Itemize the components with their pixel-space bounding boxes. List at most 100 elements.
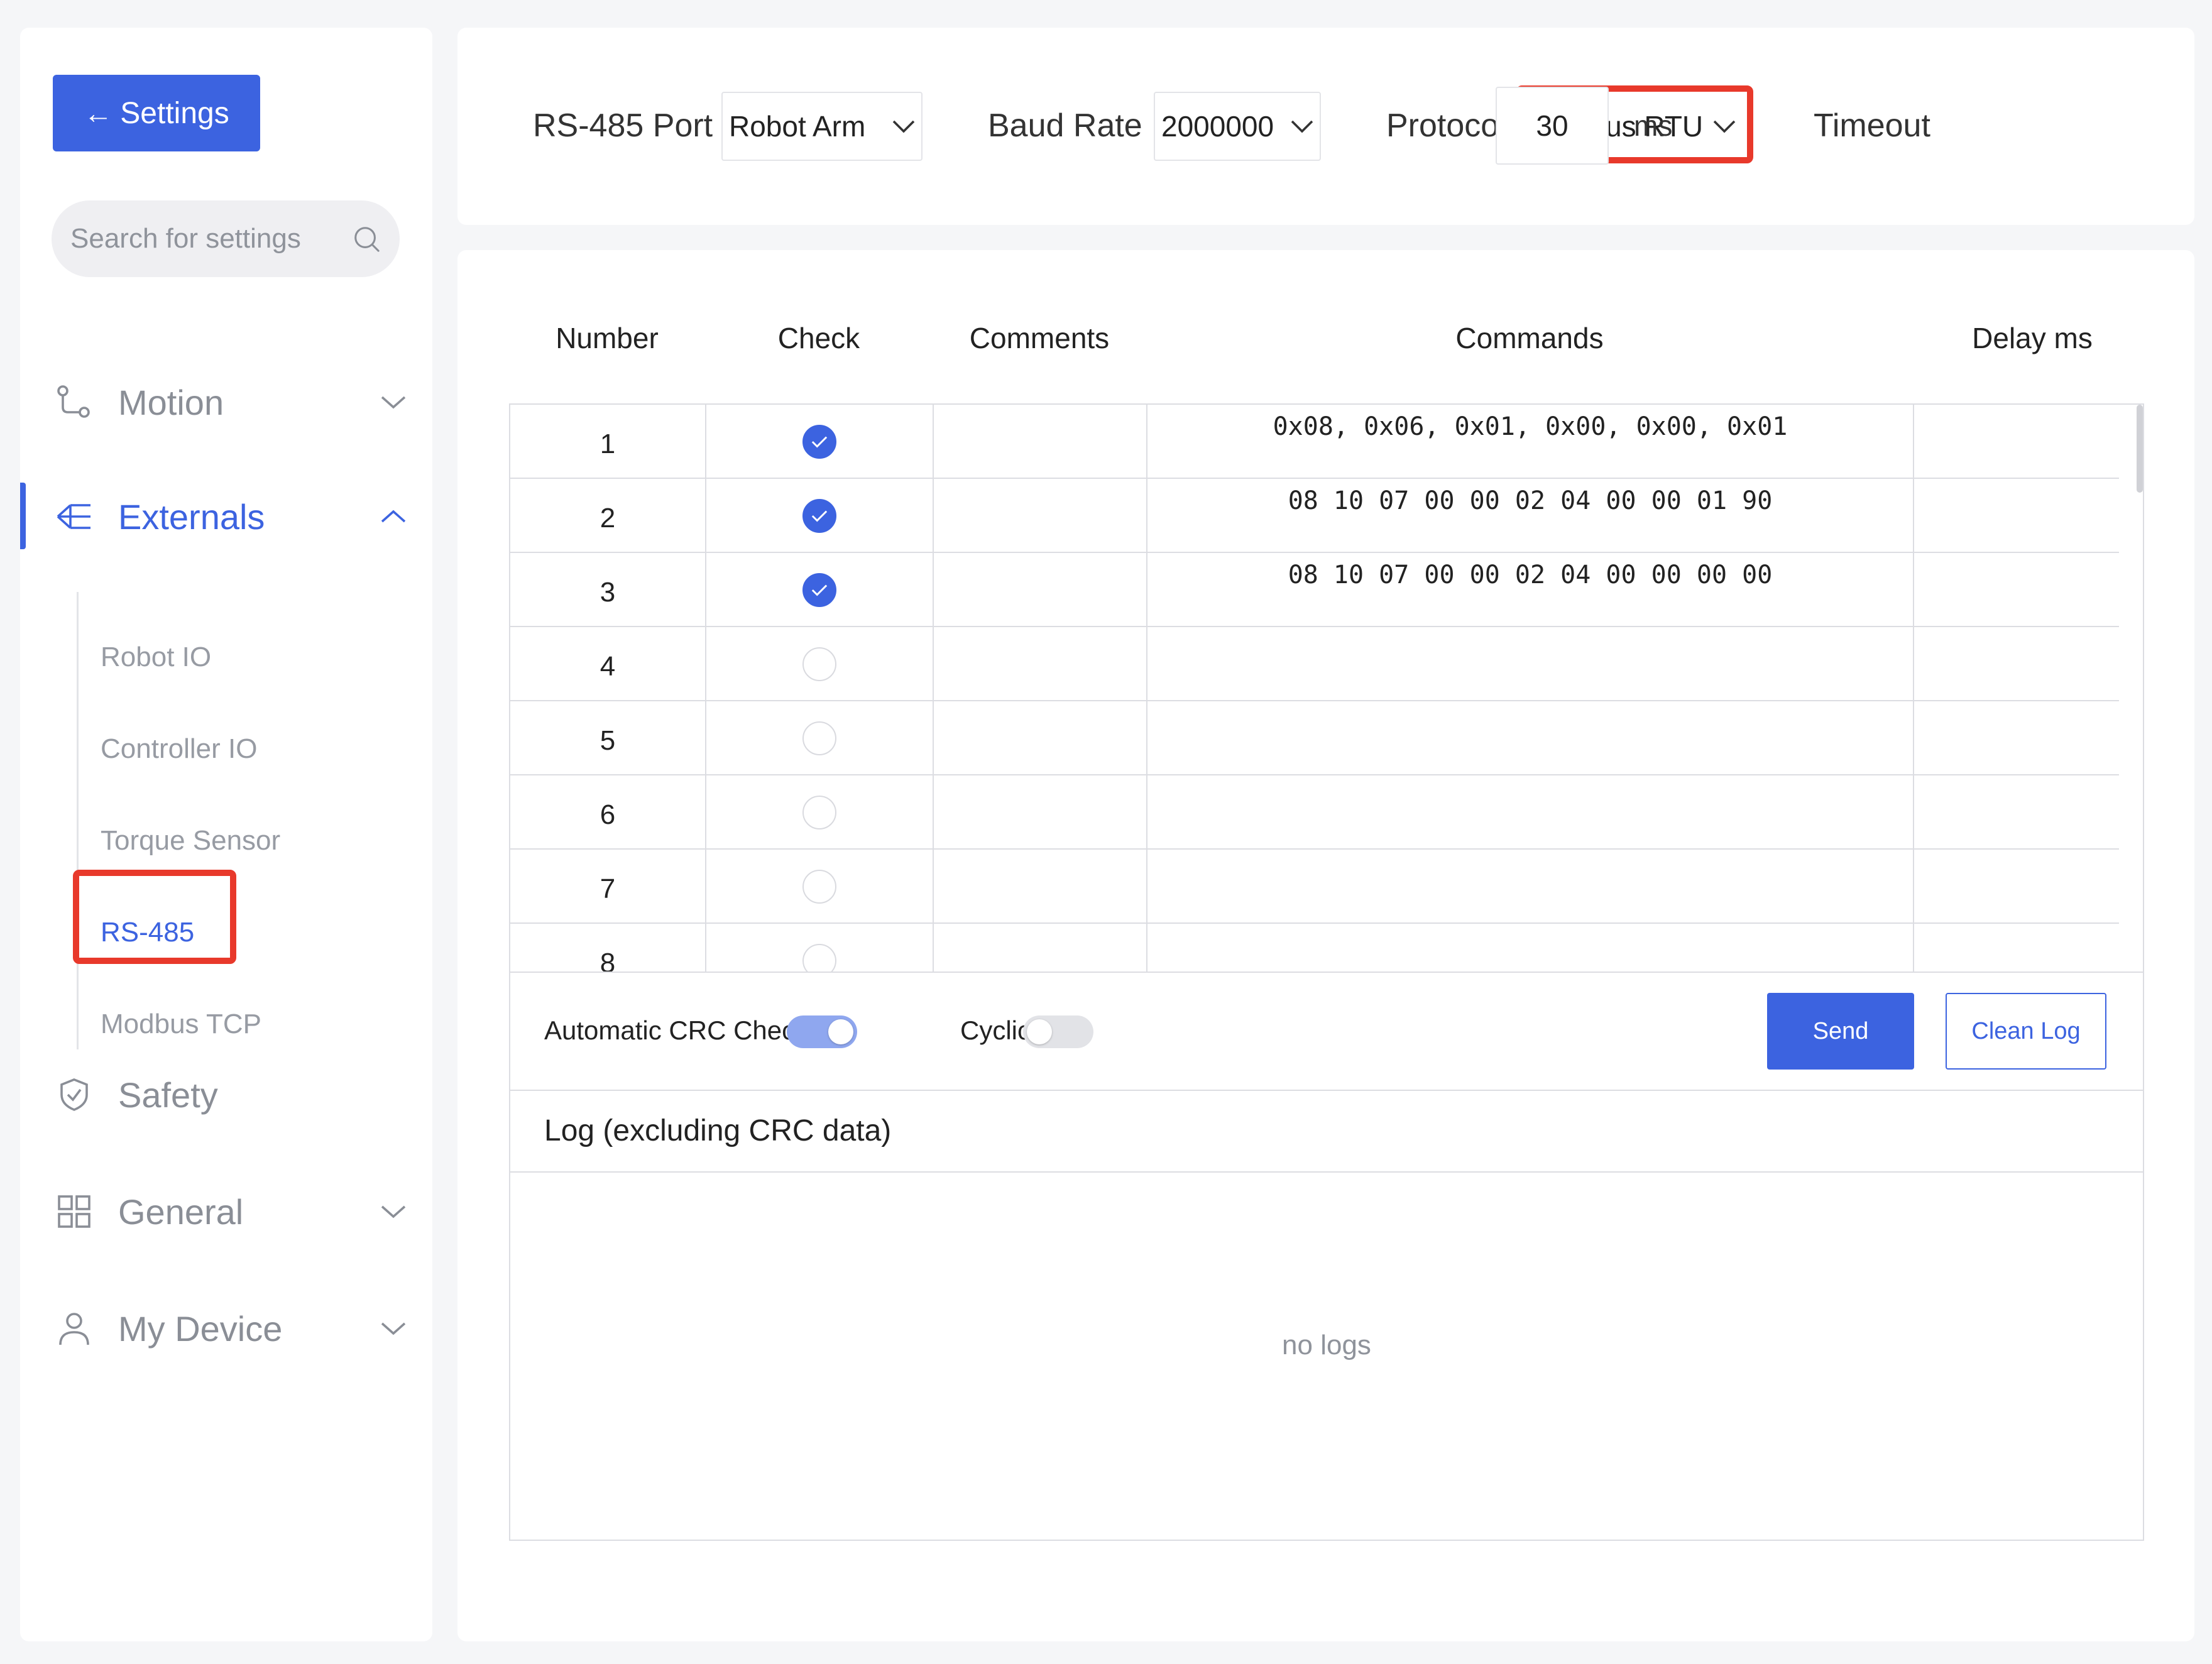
arrow-left-icon: ← <box>84 97 113 129</box>
row-comment[interactable] <box>934 850 1147 924</box>
table-row: 4 <box>510 627 2119 701</box>
row-command[interactable] <box>1147 701 1914 775</box>
row-check-cell <box>706 627 934 701</box>
table-row: 8 <box>510 924 2119 972</box>
baud-rate-label: Baud Rate <box>988 107 1142 144</box>
toggle-knob <box>828 1019 853 1044</box>
search-input[interactable] <box>70 223 352 255</box>
row-delay[interactable] <box>1914 775 2119 850</box>
nav-externals[interactable]: Externals <box>20 485 432 548</box>
externals-tree-icon <box>57 504 90 529</box>
chevron-down-icon <box>381 396 406 409</box>
clean-log-button[interactable]: Clean Log <box>1946 993 2106 1070</box>
row-command[interactable] <box>1147 627 1914 701</box>
nav-safety[interactable]: Safety <box>20 1063 432 1126</box>
baud-rate-select[interactable]: 2000000 <box>1154 92 1321 161</box>
sidebar-item-rs485[interactable]: RS-485 <box>101 914 194 951</box>
row-number: 8 <box>510 924 706 972</box>
row-check-cell <box>706 701 934 775</box>
row-comment[interactable] <box>934 553 1147 627</box>
row-checkbox[interactable] <box>802 796 836 829</box>
chevron-down-icon <box>892 120 915 133</box>
row-check-cell <box>706 924 934 972</box>
col-header-check: Check <box>777 322 860 354</box>
port-select[interactable]: Robot Arm <box>721 92 923 161</box>
row-check-cell <box>706 479 934 553</box>
nav-motion[interactable]: Motion <box>20 371 432 434</box>
table-scrollbar[interactable] <box>2137 405 2143 493</box>
row-delay[interactable] <box>1914 405 2119 479</box>
row-delay[interactable] <box>1914 627 2119 701</box>
row-checkbox[interactable] <box>802 425 836 459</box>
table-row: 2 08 10 07 00 00 02 04 00 00 01 90 <box>510 479 2119 553</box>
check-icon <box>811 584 828 596</box>
row-command[interactable] <box>1147 850 1914 924</box>
row-checkbox[interactable] <box>802 647 836 681</box>
protocol-label: Protocol <box>1386 107 1506 144</box>
commands-table: 1 0x08, 0x06, 0x01, 0x00, 0x00, 0x01 2 08 1… <box>509 403 2144 973</box>
nav-general[interactable]: General <box>20 1180 432 1243</box>
crc-check-label: Automatic CRC Check <box>544 1015 809 1045</box>
row-checkbox[interactable] <box>802 870 836 904</box>
row-checkbox[interactable] <box>802 944 836 972</box>
sidebar: ← Settings Motion Externals <box>20 28 432 1641</box>
row-command[interactable] <box>1147 775 1914 850</box>
row-command[interactable]: 0x08, 0x06, 0x01, 0x00, 0x00, 0x01 <box>1147 405 1914 479</box>
row-comment[interactable] <box>934 924 1147 972</box>
commands-card: Number Check Comments Commands Delay ms … <box>457 250 2194 1641</box>
col-header-commands: Commands <box>1455 322 1604 354</box>
send-button[interactable]: Send <box>1767 993 1914 1070</box>
row-number: 5 <box>510 701 706 775</box>
settings-back-button[interactable]: ← Settings <box>53 75 260 151</box>
table-row: 1 0x08, 0x06, 0x01, 0x00, 0x00, 0x01 <box>510 405 2119 479</box>
row-comment[interactable] <box>934 405 1147 479</box>
sidebar-item-robot-io[interactable]: Robot IO <box>101 638 211 676</box>
row-comment[interactable] <box>934 775 1147 850</box>
log-title: Log (excluding CRC data) <box>544 1114 892 1147</box>
baud-rate-value: 2000000 <box>1161 110 1274 143</box>
row-command[interactable] <box>1147 924 1914 972</box>
row-command[interactable]: 08 10 07 00 00 02 04 00 00 01 90 <box>1147 479 1914 553</box>
crc-check-toggle[interactable] <box>787 1015 857 1048</box>
cyclic-toggle[interactable] <box>1023 1015 1093 1048</box>
chevron-down-icon <box>381 1205 406 1218</box>
chevron-up-icon <box>381 510 406 523</box>
row-comment[interactable] <box>934 479 1147 553</box>
chevron-down-icon <box>1291 120 1313 133</box>
row-number: 2 <box>510 479 706 553</box>
row-delay[interactable] <box>1914 924 2119 972</box>
sidebar-item-controller-io[interactable]: Controller IO <box>101 730 257 768</box>
check-icon <box>811 510 828 522</box>
settings-button-label: Settings <box>120 96 229 130</box>
user-icon <box>59 1313 89 1345</box>
controls-row: Automatic CRC Check Cyclic Send Clean Lo… <box>509 973 2144 1091</box>
table-row: 3 08 10 07 00 00 02 04 00 00 00 00 <box>510 553 2119 627</box>
row-command[interactable]: 08 10 07 00 00 02 04 00 00 00 00 <box>1147 553 1914 627</box>
row-delay[interactable] <box>1914 479 2119 553</box>
row-checkbox[interactable] <box>802 721 836 755</box>
row-delay[interactable] <box>1914 701 2119 775</box>
timeout-input[interactable] <box>1496 87 1609 165</box>
col-header-delay: Delay ms <box>1972 322 2093 354</box>
row-number: 4 <box>510 627 706 701</box>
search-icon[interactable] <box>352 224 381 253</box>
shield-icon <box>60 1078 88 1111</box>
toggle-knob <box>1027 1019 1052 1044</box>
row-checkbox[interactable] <box>802 499 836 533</box>
row-check-cell <box>706 405 934 479</box>
nav-my-device[interactable]: My Device <box>20 1297 432 1360</box>
col-header-comments: Comments <box>969 322 1110 354</box>
row-number: 3 <box>510 553 706 627</box>
row-delay[interactable] <box>1914 850 2119 924</box>
row-delay[interactable] <box>1914 553 2119 627</box>
row-checkbox[interactable] <box>802 573 836 607</box>
nav-my-device-label: My Device <box>118 1308 283 1349</box>
timeout-unit: ms <box>1634 109 1673 142</box>
sidebar-item-torque-sensor[interactable]: Torque Sensor <box>101 822 280 860</box>
row-comment[interactable] <box>934 701 1147 775</box>
sidebar-item-modbus-tcp[interactable]: Modbus TCP <box>101 1005 261 1043</box>
row-check-cell <box>706 850 934 924</box>
nav-externals-label: Externals <box>118 496 265 537</box>
cyclic-label: Cyclic <box>960 1015 1031 1045</box>
row-comment[interactable] <box>934 627 1147 701</box>
